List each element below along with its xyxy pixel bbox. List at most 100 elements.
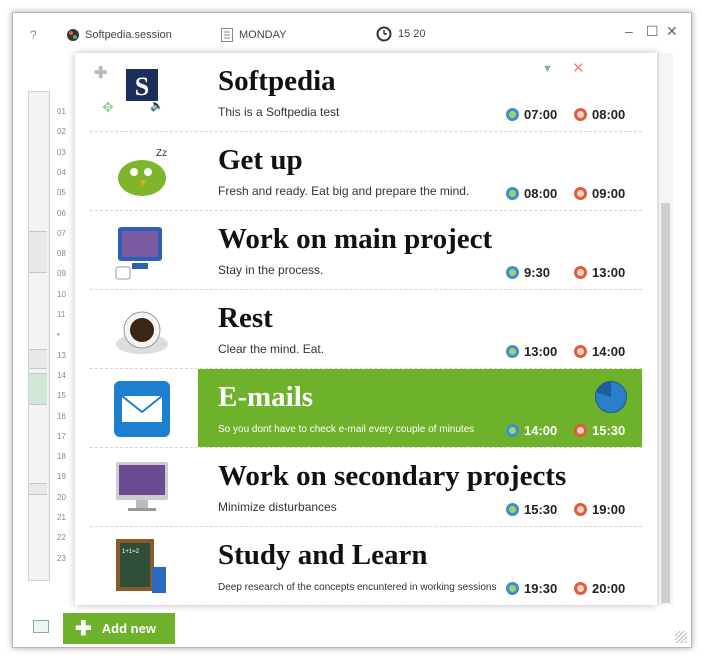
chevron-down-icon[interactable]: ▼ bbox=[542, 63, 553, 75]
plus-icon: ✚ bbox=[75, 617, 92, 640]
timeline-hour-label: 09 bbox=[57, 269, 66, 279]
task-description: Stay in the process. bbox=[218, 263, 324, 277]
task-list: S Softpedia This is a Softpedia test 07:00 0… bbox=[75, 53, 657, 606]
move-icon[interactable]: ✥ bbox=[102, 99, 114, 116]
task-row[interactable]: Work on secondary projects Minimize distu… bbox=[90, 448, 642, 527]
view-toggle-icon[interactable] bbox=[33, 620, 49, 633]
timeline-hour-label: 06 bbox=[57, 208, 66, 218]
timeline-segment bbox=[29, 349, 47, 369]
row-edit-tools: ✚ ✥ 🔈 bbox=[94, 65, 178, 127]
session-name: Softpedia.session bbox=[85, 29, 172, 41]
session-selector[interactable]: Softpedia.session bbox=[66, 28, 172, 42]
start-time[interactable]: 15:30 bbox=[506, 502, 557, 517]
task-title: Work on secondary projects bbox=[218, 460, 567, 492]
end-time[interactable]: 13:00 bbox=[574, 265, 625, 280]
delete-icon[interactable]: ✕ bbox=[572, 59, 585, 77]
maximize-button[interactable]: ☐ bbox=[646, 23, 659, 40]
timeline-hour-label: 21 bbox=[57, 513, 66, 522]
end-time-label: 14:00 bbox=[592, 344, 626, 359]
task-title: Study and Learn bbox=[218, 539, 428, 571]
day-label: MONDAY bbox=[239, 29, 287, 41]
start-time-label: 08:00 bbox=[524, 186, 558, 201]
svg-text:Zz: Zz bbox=[156, 148, 167, 159]
end-time[interactable]: 14:00 bbox=[574, 344, 625, 359]
start-clock-icon bbox=[506, 582, 519, 595]
scrollbar-thumb[interactable] bbox=[661, 203, 670, 603]
end-time-label: 15:30 bbox=[592, 423, 626, 438]
start-time[interactable]: 08:00 bbox=[506, 186, 557, 201]
task-title: Softpedia bbox=[218, 65, 336, 97]
task-row[interactable]: S Softpedia This is a Softpedia test 07:00 0… bbox=[90, 53, 642, 132]
minimize-button[interactable]: – bbox=[625, 23, 633, 39]
imac-icon bbox=[112, 458, 172, 518]
timeline-hour-label: 05 bbox=[57, 188, 66, 198]
task-row[interactable]: Zz Get up Fresh and ready. Eat big and pre… bbox=[90, 132, 642, 211]
task-row[interactable]: Rest Clear the mind. Eat. 13:00 14:00 bbox=[90, 290, 642, 369]
start-time-label: 14:00 bbox=[524, 423, 558, 438]
start-time-label: 9:30 bbox=[524, 265, 551, 280]
sound-icon[interactable]: 🔈 bbox=[150, 99, 164, 112]
timeline-hour-label: 01 bbox=[57, 107, 66, 116]
day-timeline[interactable]: 01 02 03 04 05 06 07 08 09 10 11 • 13 14 15 16 17 18 19 20 2… bbox=[27, 91, 66, 581]
timeline-hour-label: 19 bbox=[57, 472, 66, 482]
scrollbar[interactable] bbox=[658, 53, 673, 605]
task-description: So you dont have to check e-mail every c… bbox=[218, 424, 475, 435]
task-description: This is a Softpedia test bbox=[218, 105, 340, 119]
start-time[interactable]: 07:00 bbox=[506, 107, 557, 122]
end-time-label: 19:00 bbox=[592, 502, 626, 517]
alarm-clock-icon bbox=[574, 345, 587, 358]
alarm-clock-icon bbox=[574, 187, 587, 200]
sleeping-bird-icon: Zz bbox=[112, 142, 172, 202]
top-bar: ? Softpedia.session MONDAY 15 20 – ☐ ✕ bbox=[13, 13, 691, 55]
end-time[interactable]: 08:00 bbox=[574, 107, 625, 122]
start-time-label: 07:00 bbox=[524, 107, 558, 122]
start-time[interactable]: 9:30 bbox=[506, 265, 550, 280]
end-time[interactable]: 19:00 bbox=[574, 502, 625, 517]
close-button[interactable]: ✕ bbox=[666, 23, 678, 40]
timeline-hour-label: 22 bbox=[57, 533, 66, 543]
timeline-track bbox=[28, 91, 50, 581]
time-label: 15 20 bbox=[398, 28, 426, 40]
clock-icon bbox=[376, 26, 392, 42]
end-time[interactable]: 15:30 bbox=[574, 423, 625, 438]
timeline-segment bbox=[29, 483, 47, 495]
progress-pie-icon bbox=[595, 381, 627, 413]
timeline-hour-label: 11 bbox=[57, 310, 66, 319]
start-time[interactable]: 19:30 bbox=[506, 581, 557, 596]
add-new-button[interactable]: ✚ Add new bbox=[63, 613, 175, 644]
timeline-segment bbox=[29, 231, 47, 273]
timeline-hour-label: 17 bbox=[57, 431, 66, 441]
alarm-clock-icon bbox=[574, 582, 587, 595]
start-time-label: 13:00 bbox=[524, 344, 558, 359]
timeline-hour-label: 20 bbox=[57, 492, 66, 502]
timeline-hour-label: 16 bbox=[57, 411, 66, 421]
end-time[interactable]: 09:00 bbox=[574, 186, 625, 201]
task-description: Deep research of the concepts encuntered… bbox=[218, 582, 497, 593]
help-button[interactable]: ? bbox=[30, 28, 37, 42]
timeline-hour-label: 14 bbox=[57, 370, 66, 380]
day-selector[interactable]: MONDAY bbox=[221, 28, 286, 42]
start-time[interactable]: 14:00 bbox=[506, 423, 557, 438]
start-time[interactable]: 13:00 bbox=[506, 344, 557, 359]
task-title: Rest bbox=[218, 302, 273, 334]
email-envelope-icon bbox=[112, 379, 172, 439]
task-description: Fresh and ready. Eat big and prepare the… bbox=[218, 184, 470, 198]
start-time-label: 15:30 bbox=[524, 502, 558, 517]
task-title: Work on main project bbox=[218, 223, 493, 255]
start-clock-icon bbox=[506, 266, 519, 279]
timeline-hour-label: 10 bbox=[57, 289, 66, 299]
timeline-hour-label: 07 bbox=[57, 228, 66, 238]
alarm-clock-icon bbox=[574, 108, 587, 121]
task-row[interactable]: Work on main project Stay in the process.… bbox=[90, 211, 642, 290]
resize-grip-icon[interactable] bbox=[675, 631, 687, 643]
task-row[interactable]: E-mails So you dont have to check e-mail … bbox=[90, 369, 642, 448]
timeline-hour-label: 08 bbox=[57, 249, 66, 259]
timeline-hour-label: 18 bbox=[57, 452, 66, 462]
end-time[interactable]: 20:00 bbox=[574, 581, 625, 596]
start-clock-icon bbox=[506, 108, 519, 121]
add-icon[interactable]: ✚ bbox=[94, 63, 107, 83]
task-row[interactable]: 1+1=2 Study and Learn Deep research of the… bbox=[90, 527, 642, 606]
task-title: E-mails bbox=[218, 381, 314, 413]
timeline-hour-label: 15 bbox=[57, 391, 66, 401]
document-icon bbox=[221, 28, 233, 42]
